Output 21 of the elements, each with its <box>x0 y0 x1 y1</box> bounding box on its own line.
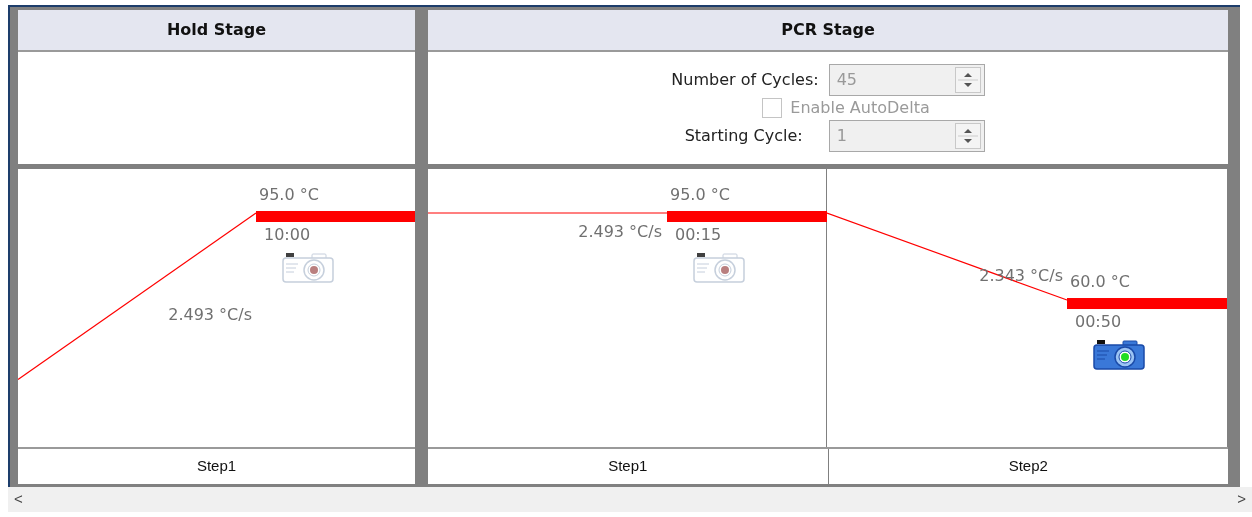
camera-icon[interactable] <box>1093 340 1145 370</box>
stage-title: Hold Stage <box>166 19 267 41</box>
hold-time-label[interactable]: 00:15 <box>675 225 722 245</box>
step-label: Step2 <box>1008 456 1048 477</box>
camera-icon[interactable] <box>282 253 334 283</box>
checkbox-label: Enable AutoDelta <box>790 97 930 119</box>
ramp-rate-label[interactable]: 2.493 °C/s <box>578 222 662 242</box>
hold-time-label[interactable]: 00:50 <box>1075 312 1122 332</box>
temperature-label[interactable]: 95.0 °C <box>259 185 319 205</box>
ramp-rate-label[interactable]: 2.493 °C/s <box>168 305 252 326</box>
step-label: Step1 <box>196 456 237 477</box>
camera-icon[interactable] <box>693 253 745 283</box>
field-label: Number of Cycles: <box>671 69 819 91</box>
scroll-right-arrow[interactable]: > <box>1237 488 1246 511</box>
step-label: Step1 <box>608 456 648 477</box>
stage-title: PCR Stage <box>781 19 875 41</box>
temperature-label[interactable]: 95.0 °C <box>670 185 730 205</box>
scroll-left-arrow[interactable]: < <box>14 488 23 511</box>
field-label: Starting Cycle: <box>683 125 804 147</box>
temperature-label[interactable]: 60.0 °C <box>1070 272 1130 292</box>
hold-time-label[interactable]: 10:00 <box>264 225 311 245</box>
